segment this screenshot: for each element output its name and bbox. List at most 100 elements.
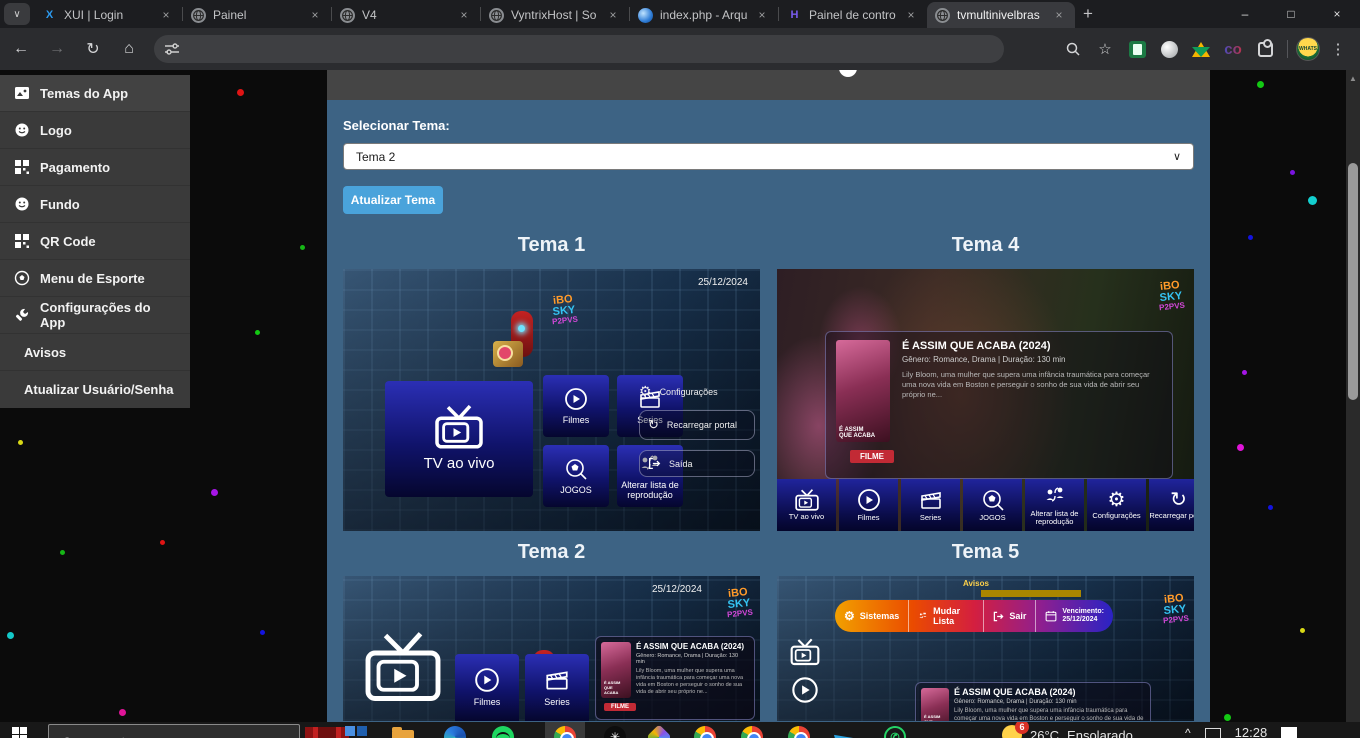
browser-tab-strip: ∨ X XUI | Login × Painel × V4 × VyntrixH… bbox=[0, 0, 1360, 28]
profile-avatar[interactable]: WHATS bbox=[1296, 37, 1320, 61]
topbar-mudar-lista[interactable]: Mudar Lista bbox=[908, 600, 983, 632]
spotify-icon[interactable] bbox=[492, 726, 516, 738]
browser-tab[interactable]: X XUI | Login × bbox=[34, 2, 182, 28]
link-extension-icon[interactable]: co bbox=[1219, 35, 1247, 63]
tile-filmes[interactable]: Filmes bbox=[543, 375, 609, 437]
diamond-app-icon[interactable] bbox=[648, 726, 672, 738]
bookmark-star-icon[interactable]: ☆ bbox=[1091, 35, 1119, 63]
scroll-up-arrow[interactable]: ▲ bbox=[1346, 74, 1360, 83]
tile-series[interactable]: Series bbox=[525, 654, 589, 721]
taskbar-search-box[interactable] bbox=[48, 724, 300, 738]
reload-button[interactable]: ↻ bbox=[78, 34, 108, 64]
sidebar-item-fundo[interactable]: Fundo bbox=[0, 186, 190, 223]
nav-filmes[interactable]: Filmes bbox=[839, 479, 898, 531]
sidebar-item-menu-de-esporte[interactable]: Menu de Esporte bbox=[0, 260, 190, 297]
theme-preview-tema4[interactable]: iBO SKY P2PVS É ASSIM QUE ACABA É ASSIM … bbox=[777, 269, 1194, 531]
new-tab-button[interactable]: + bbox=[1083, 4, 1093, 24]
tv-icon bbox=[361, 628, 445, 706]
theme-preview-tema2[interactable]: 25/12/2024 iBO SKY P2PVS Filmes bbox=[343, 576, 760, 721]
forward-button[interactable]: → bbox=[42, 34, 72, 64]
page-scrollbar[interactable]: ▲ bbox=[1346, 70, 1360, 722]
chatgpt-icon[interactable]: ✳ bbox=[604, 726, 628, 738]
menu-saida[interactable]: Saída bbox=[639, 450, 755, 477]
taskbar-weather[interactable]: 6 26°C Ensolarado bbox=[1002, 725, 1133, 738]
sidebar-item-temas-do-app[interactable]: Temas do App bbox=[0, 75, 190, 112]
menu-label: Configurações bbox=[660, 387, 718, 397]
back-button[interactable]: ← bbox=[6, 34, 36, 64]
tile-filmes[interactable]: Filmes bbox=[455, 654, 519, 721]
tab-close-icon[interactable]: × bbox=[158, 8, 174, 22]
find-icon[interactable] bbox=[1059, 35, 1087, 63]
start-button[interactable] bbox=[12, 727, 27, 738]
tab-close-icon[interactable]: × bbox=[605, 8, 621, 22]
news-widget-thumbnail[interactable] bbox=[305, 727, 349, 738]
whatsapp-icon[interactable]: ✆ bbox=[884, 726, 908, 738]
sidebar-item-pagamento[interactable]: Pagamento bbox=[0, 149, 190, 186]
topbar-sair[interactable]: Sair bbox=[983, 600, 1035, 632]
nav-configuracoes[interactable]: ⚙ Configurações bbox=[1087, 479, 1146, 531]
taskbar-clock[interactable]: 12:28 bbox=[1235, 725, 1268, 738]
browser-tab[interactable]: index.php - Arqu × bbox=[630, 2, 778, 28]
tab-close-icon[interactable]: × bbox=[307, 8, 323, 22]
sidebar-item-avisos[interactable]: Avisos bbox=[0, 334, 190, 371]
tab-close-icon[interactable]: × bbox=[456, 8, 472, 22]
movie-poster: É ASSIM QUE ACABA bbox=[836, 340, 890, 442]
nav-label: TV ao vivo bbox=[789, 513, 824, 521]
sidebar-item-logo[interactable]: Logo bbox=[0, 112, 190, 149]
scrollbar-thumb[interactable] bbox=[1348, 163, 1358, 400]
nav-series[interactable]: Series bbox=[901, 479, 960, 531]
theme-preview-tema5[interactable]: Avisos ⚙ Sistemas Mudar Lista bbox=[777, 576, 1194, 721]
browser-tab[interactable]: H Painel de contro × bbox=[779, 2, 927, 28]
chrome-profile3-icon[interactable] bbox=[741, 726, 765, 738]
tile-tv-ao-vivo[interactable]: TV ao vivo bbox=[385, 381, 533, 497]
tab-close-icon[interactable]: × bbox=[903, 8, 919, 22]
tray-window-icon[interactable] bbox=[1205, 728, 1221, 738]
gray-extension-icon[interactable] bbox=[1155, 35, 1183, 63]
update-theme-button[interactable]: Atualizar Tema bbox=[343, 186, 443, 214]
topbar-sistemas[interactable]: ⚙ Sistemas bbox=[835, 600, 908, 632]
sidebar-item-qr-code[interactable]: QR Code bbox=[0, 223, 190, 260]
minimize-button[interactable]: – bbox=[1222, 0, 1268, 28]
theme-select[interactable]: Tema 2 ∨ bbox=[343, 143, 1194, 170]
telegram-icon[interactable] bbox=[836, 726, 860, 738]
home-button[interactable]: ⌂ bbox=[114, 34, 144, 64]
tile-jogos[interactable]: JOGOS bbox=[543, 445, 609, 507]
tiles-app-icon[interactable] bbox=[345, 726, 369, 738]
sidebar-item-atualizar-usuario-senha[interactable]: Atualizar Usuário/Senha bbox=[0, 371, 190, 408]
drive-extension-icon[interactable] bbox=[1187, 35, 1215, 63]
browser-tab[interactable]: V4 × bbox=[332, 2, 480, 28]
address-bar[interactable] bbox=[154, 35, 1004, 63]
chrome-profile2-icon[interactable] bbox=[694, 726, 718, 738]
close-button[interactable]: × bbox=[1314, 0, 1360, 28]
chevron-down-icon: ∨ bbox=[1173, 150, 1181, 163]
tray-chevron-icon[interactable]: ^ bbox=[1185, 726, 1191, 738]
sheets-extension-icon[interactable] bbox=[1123, 35, 1151, 63]
tab-search-button[interactable]: ∨ bbox=[4, 3, 30, 25]
browser-tab-active[interactable]: tvmultinivelbras × bbox=[927, 2, 1075, 28]
chrome-active-icon[interactable] bbox=[554, 726, 578, 738]
tile-label: Series bbox=[544, 697, 570, 707]
edge-icon[interactable] bbox=[444, 726, 468, 738]
file-explorer-icon[interactable] bbox=[392, 726, 416, 738]
nav-label: JOGOS bbox=[979, 514, 1005, 522]
browser-tab[interactable]: VyntrixHost | So × bbox=[481, 2, 629, 28]
browser-menu-icon[interactable]: ⋮ bbox=[1324, 35, 1352, 63]
weather-temp: 26°C bbox=[1030, 728, 1059, 738]
tab-close-icon[interactable]: × bbox=[1051, 8, 1067, 22]
browser-tab[interactable]: Painel × bbox=[183, 2, 331, 28]
menu-configuracoes[interactable]: ⚙ Configurações bbox=[639, 383, 755, 400]
maximize-button[interactable]: □ bbox=[1268, 0, 1314, 28]
menu-recarregar-portal[interactable]: ↻ Recarregar portal bbox=[639, 410, 755, 440]
theme-preview-tema1[interactable]: 25/12/2024 iBO SKY P2PVS TV ao vivo bbox=[343, 269, 760, 531]
tune-icon bbox=[164, 41, 180, 57]
nav-recarregar-portal[interactable]: ↻ Recarregar portal bbox=[1149, 479, 1194, 531]
chrome-profile4-icon[interactable] bbox=[788, 726, 812, 738]
notification-center-icon[interactable] bbox=[1281, 727, 1297, 738]
nav-jogos[interactable]: JOGOS bbox=[963, 479, 1022, 531]
nav-tv-ao-vivo[interactable]: TV ao vivo bbox=[777, 479, 836, 531]
sidebar-item-configuracoes-do-app[interactable]: Configurações do App bbox=[0, 297, 190, 334]
extensions-puzzle-icon[interactable] bbox=[1251, 35, 1279, 63]
tab-close-icon[interactable]: × bbox=[754, 8, 770, 22]
vencimento-date: 25/12/2024 bbox=[1062, 616, 1104, 624]
nav-alterar-lista[interactable]: Alterar lista de reprodução bbox=[1025, 479, 1084, 531]
